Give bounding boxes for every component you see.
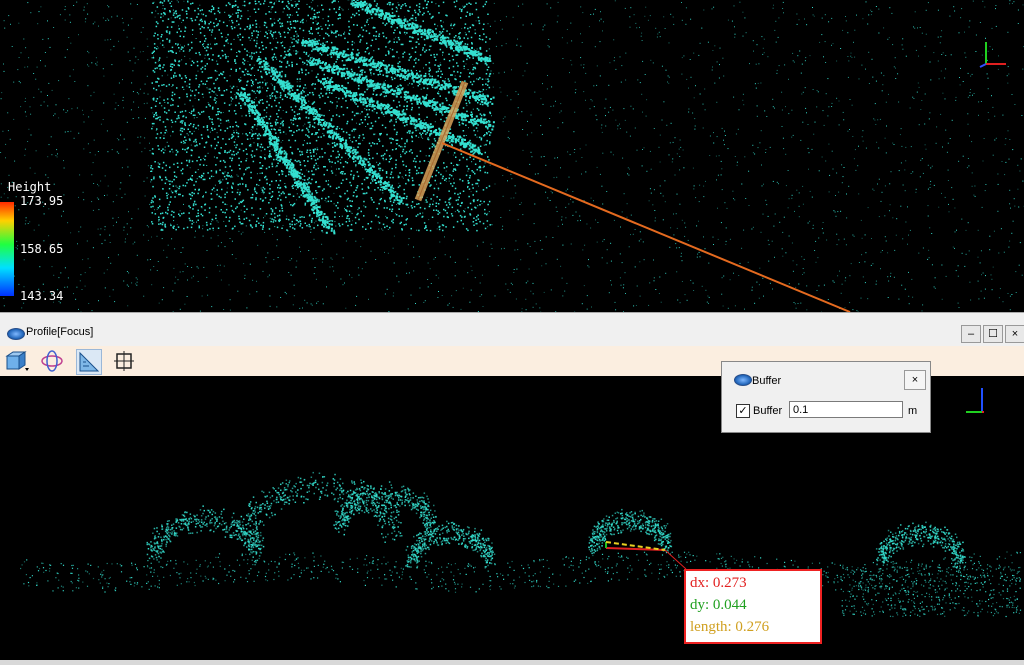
buffer-unit-label: m <box>908 405 918 417</box>
measurement-tooltip: dx: 0.273 dy: 0.044 length: 0.276 <box>684 569 822 644</box>
buffer-value-input[interactable] <box>789 401 903 418</box>
axis-triad-icon <box>979 42 1006 68</box>
buffer-checkbox-label: Buffer <box>753 405 783 417</box>
profile-window-titlebar[interactable]: Profile[Focus] <box>0 320 1024 346</box>
height-legend-colorbar <box>0 202 14 296</box>
height-legend-title: Height <box>8 180 52 194</box>
measurement-dy: dy: 0.044 <box>690 597 747 613</box>
measurement-length: length: 0.276 <box>690 619 770 635</box>
measure-ruler-icon <box>79 351 100 372</box>
grid-crop-icon <box>114 351 134 371</box>
height-legend-max: 173.95 <box>20 194 64 208</box>
buffer-close-button[interactable]: × <box>904 370 926 390</box>
height-legend-mid: 158.65 <box>20 242 64 256</box>
orbit-icon <box>41 350 63 372</box>
profile-window-title: Profile[Focus] <box>26 326 94 338</box>
profile-axis-triad-icon <box>966 388 984 413</box>
maximize-button[interactable]: ☐ <box>983 325 1003 343</box>
measure-ruler-button[interactable] <box>76 349 102 375</box>
point-cloud-viewport[interactable]: Height 173.95 158.65 143.34 <box>0 0 1024 312</box>
grid-crop-button[interactable] <box>112 349 136 373</box>
measurement-dx: dx: 0.273 <box>690 575 747 591</box>
app-logo-icon <box>7 328 25 340</box>
buffer-dialog: Buffer × ✓ Buffer m <box>721 361 931 433</box>
close-window-button[interactable]: × <box>1005 325 1024 343</box>
buffer-checkbox[interactable]: ✓ <box>736 404 750 418</box>
minimize-button[interactable]: – <box>961 325 981 343</box>
point-cloud-canvas[interactable] <box>0 0 1024 312</box>
height-legend-min: 143.34 <box>20 289 64 303</box>
orbit-button[interactable] <box>40 349 64 373</box>
window-bottom-edge <box>0 660 1024 665</box>
buffer-dialog-logo-icon <box>734 374 752 386</box>
buffer-dialog-title: Buffer <box>752 375 782 387</box>
cube-view-button[interactable] <box>4 349 29 373</box>
cube-view-icon <box>5 351 29 371</box>
